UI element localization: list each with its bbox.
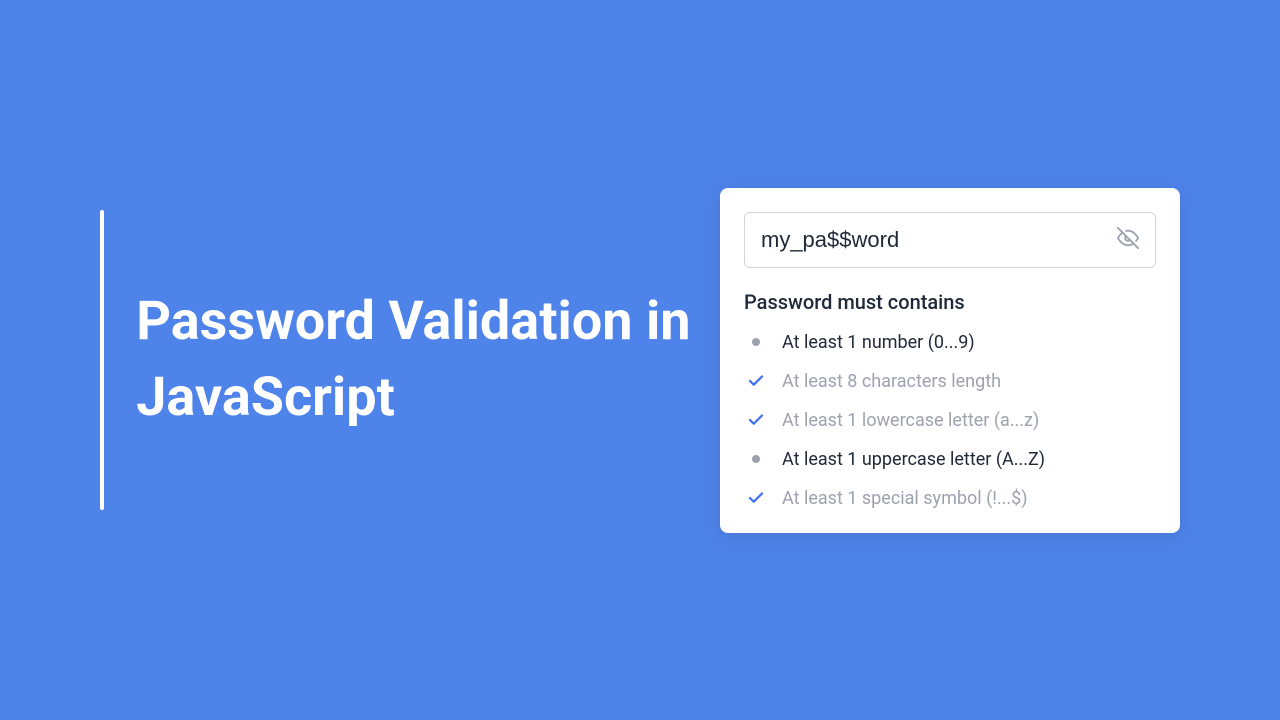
card-section: Password must contains At least 1 number… [720, 188, 1280, 533]
dot-icon [744, 338, 768, 346]
eye-off-icon [1117, 227, 1139, 252]
requirement-label: At least 1 number (0...9) [782, 332, 975, 353]
toggle-visibility-button[interactable] [1117, 227, 1139, 252]
page-title: Password Validation in JavaScript [136, 284, 720, 435]
requirement-label: At least 8 characters length [782, 371, 1001, 392]
requirement-item: At least 8 characters length [744, 371, 1156, 392]
password-input[interactable] [761, 227, 1117, 253]
password-validation-card: Password must contains At least 1 number… [720, 188, 1180, 533]
requirement-item: At least 1 number (0...9) [744, 332, 1156, 353]
requirements-list: At least 1 number (0...9) At least 8 cha… [744, 332, 1156, 509]
password-input-wrapper [744, 212, 1156, 268]
requirement-label: At least 1 uppercase letter (A...Z) [782, 449, 1045, 470]
check-icon [744, 411, 768, 429]
requirement-label: At least 1 special symbol (!...$) [782, 488, 1028, 509]
requirement-item: At least 1 uppercase letter (A...Z) [744, 449, 1156, 470]
check-icon [744, 372, 768, 390]
check-icon [744, 489, 768, 507]
dot-icon [744, 455, 768, 463]
requirements-header: Password must contains [744, 290, 1156, 314]
requirement-item: At least 1 lowercase letter (a...z) [744, 410, 1156, 431]
requirement-label: At least 1 lowercase letter (a...z) [782, 410, 1039, 431]
requirement-item: At least 1 special symbol (!...$) [744, 488, 1156, 509]
title-section: Password Validation in JavaScript [0, 210, 720, 510]
vertical-divider [100, 210, 104, 510]
